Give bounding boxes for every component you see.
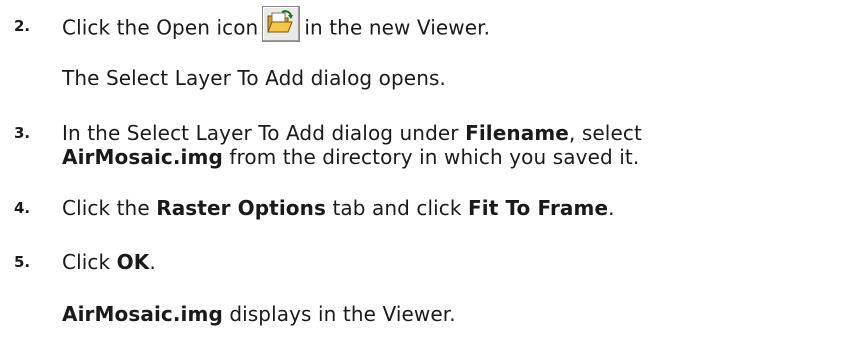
text-run: tab and click [325,196,469,220]
folder-open-icon [262,6,301,42]
text-run: , select [568,121,642,145]
fit-to-frame-label: Fit To Frame [468,196,609,220]
text-run: displays in the Viewer. [222,302,456,326]
text-run: Click [62,250,117,274]
text-run: In the Select Layer To Add dialog under [62,121,466,145]
step-5-result: AirMosaic.img displays in the Viewer. [62,302,456,326]
text-run: . [608,196,615,220]
step-2-text-a: Click the Open icon [62,15,259,40]
step-5-text: Click OK. [62,250,156,274]
step-number: 5. [14,253,31,271]
step-number: 3. [14,124,31,142]
file-name: AirMosaic.img [62,145,223,169]
filename-label: Filename [465,121,569,145]
step-number: 4. [14,199,31,217]
step-4-text: Click the Raster Options tab and click F… [62,196,615,220]
step-3-line-2: AirMosaic.img from the directory in whic… [62,145,639,169]
raster-options-label: Raster Options [156,196,326,220]
text-run: Click the [62,196,157,220]
step-3-line-1: In the Select Layer To Add dialog under … [62,121,642,145]
file-name: AirMosaic.img [62,302,223,326]
step-2-text-b: in the new Viewer. [304,15,491,40]
text-run: from the directory in which you saved it… [222,145,640,169]
text-run: . [149,250,156,274]
ok-label: OK [116,250,150,274]
step-number: 2. [14,17,31,35]
step-2-text: Click the Open icon in the new Viewer. [62,6,491,44]
instruction-steps: 2. Click the Open icon in the new Viewer… [0,0,843,352]
step-2-note: The Select Layer To Add dialog opens. [62,66,446,90]
